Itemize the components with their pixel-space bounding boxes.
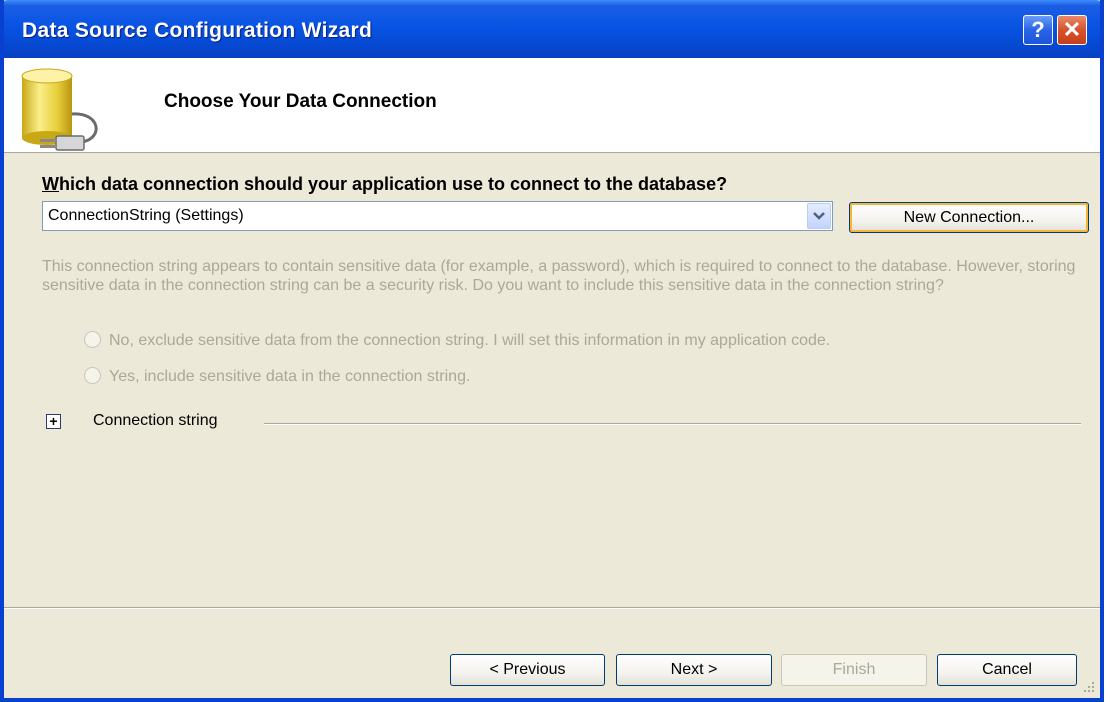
finish-button: Finish	[781, 654, 927, 686]
include-sensitive-radio[interactable]: Yes, include sensitive data in the conne…	[84, 366, 471, 392]
connection-select-value: ConnectionString (Settings)	[48, 207, 244, 224]
dropdown-arrow-button[interactable]	[807, 203, 831, 229]
radio-circle	[84, 330, 101, 348]
exclude-sensitive-radio[interactable]: No, exclude sensitive data from the conn…	[84, 330, 831, 356]
cancel-button[interactable]: Cancel	[937, 654, 1077, 686]
wizard-window: Data Source Configuration Wizard ? ✕ Cho…	[0, 0, 1104, 702]
connection-select[interactable]: ConnectionString (Settings)	[42, 201, 833, 231]
previous-button[interactable]: < Previous	[450, 654, 605, 686]
wizard-content: Which data connection should your applic…	[4, 153, 1100, 607]
sensitive-data-notice: This connection string appears to contai…	[42, 258, 1076, 294]
chevron-down-icon	[813, 212, 825, 220]
wizard-header: Choose Your Data Connection	[4, 58, 1100, 153]
include-sensitive-label: Yes, include sensitive data in the conne…	[109, 368, 471, 385]
new-connection-button[interactable]: New Connection...	[849, 202, 1089, 233]
database-plug-icon	[21, 68, 98, 151]
connection-string-divider	[264, 423, 1081, 425]
close-button[interactable]: ✕	[1057, 15, 1087, 45]
expand-toggle[interactable]: +	[46, 414, 61, 429]
connection-question: Which data connection should your applic…	[42, 174, 728, 194]
exclude-sensitive-label: No, exclude sensitive data from the conn…	[109, 332, 831, 349]
help-button[interactable]: ?	[1023, 15, 1053, 45]
radio-circle	[84, 366, 101, 384]
window-title: Data Source Configuration Wizard	[22, 19, 373, 42]
next-button[interactable]: Next >	[616, 654, 772, 686]
resize-grip-icon[interactable]	[1082, 680, 1096, 694]
title-bar[interactable]: Data Source Configuration Wizard ? ✕	[4, 0, 1100, 58]
page-title: Choose Your Data Connection	[164, 91, 437, 112]
footer-divider	[4, 607, 1100, 609]
connection-string-label[interactable]: Connection string	[93, 412, 218, 430]
